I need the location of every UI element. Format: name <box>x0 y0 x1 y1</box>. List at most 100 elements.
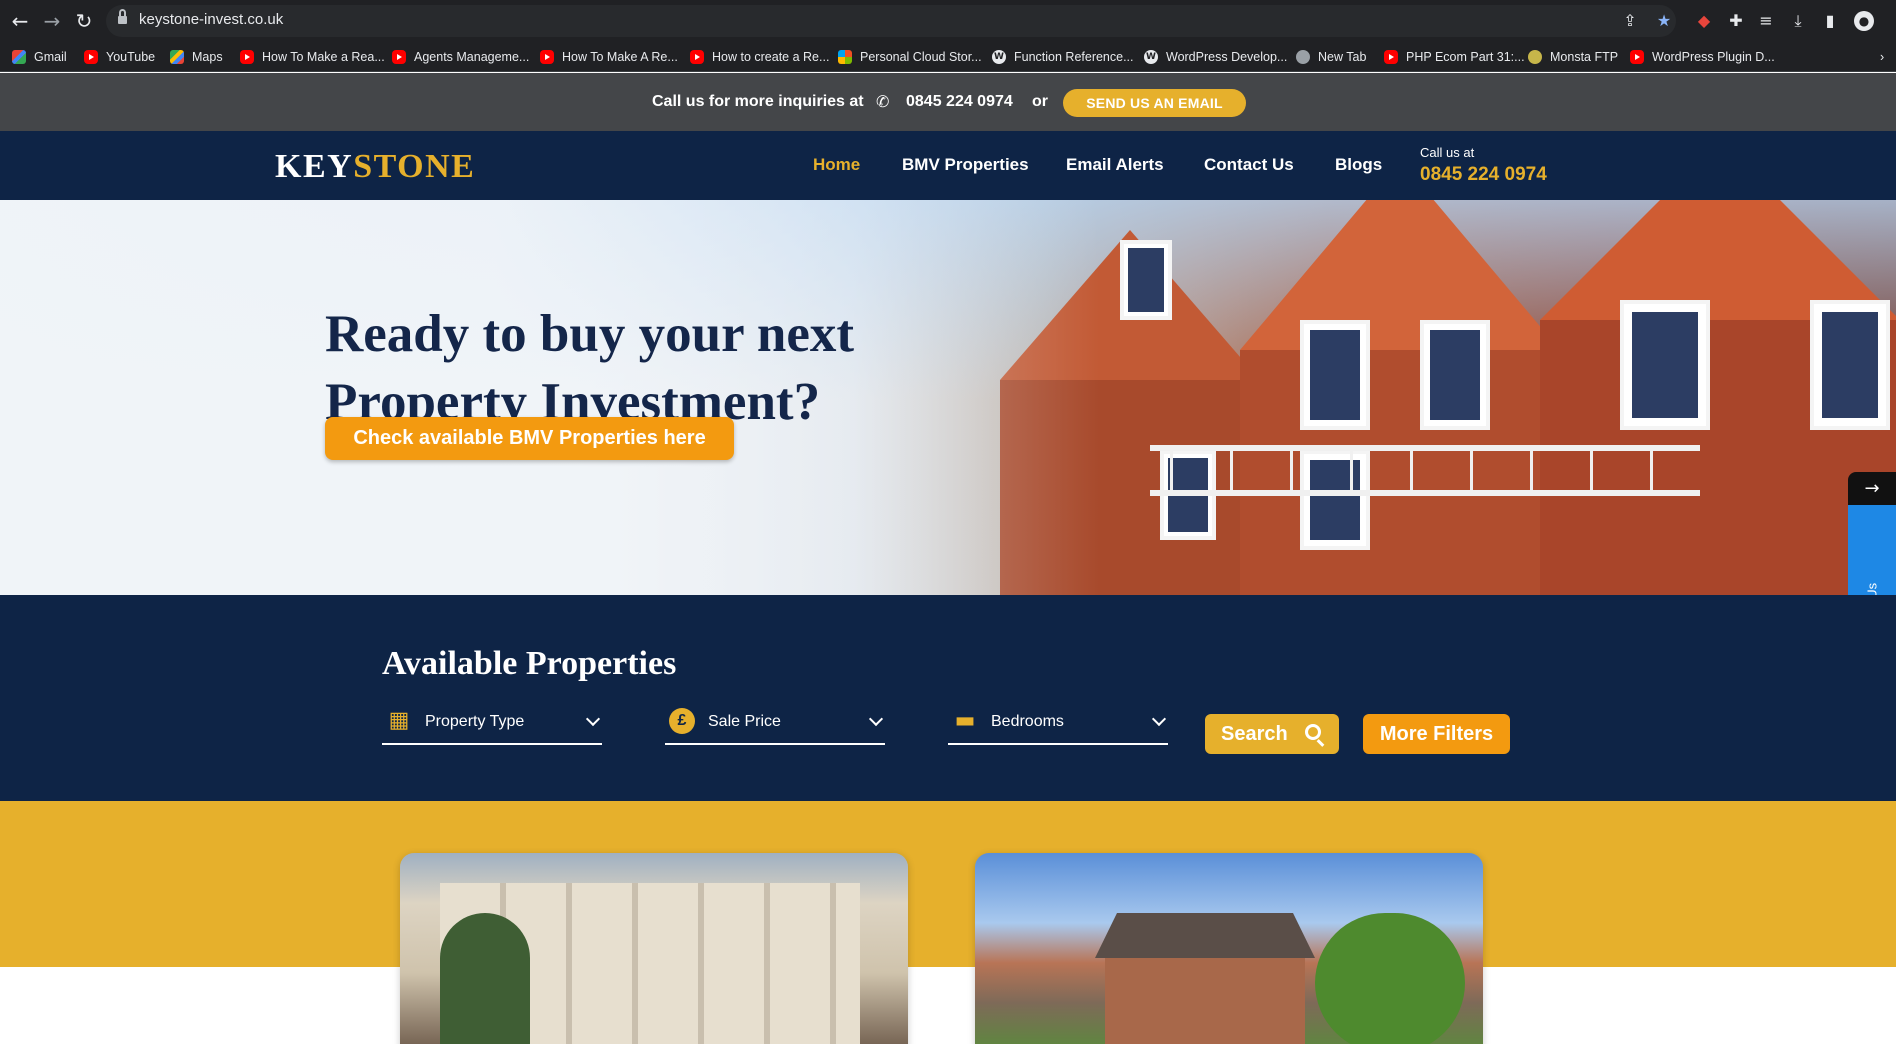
bookmark-label: WordPress Develop... <box>1166 50 1288 64</box>
lock-icon[interactable] <box>118 9 127 24</box>
topbar-phone-number[interactable]: 0845 224 0974 <box>906 93 1013 111</box>
youtube-icon <box>1630 50 1644 64</box>
youtube-icon <box>690 50 704 64</box>
bookmark-item[interactable]: New Tab <box>1296 49 1366 65</box>
download-icon[interactable]: ⤓ <box>1788 11 1808 31</box>
search-icon <box>1305 724 1321 740</box>
bookmark-item[interactable]: How To Make A Re... <box>540 49 678 65</box>
back-icon[interactable]: ← <box>8 9 32 33</box>
bookmarks-bar: Gmail YouTube Maps How To Make a Rea... … <box>0 42 1896 72</box>
bookmark-label: YouTube <box>106 50 156 64</box>
search-button[interactable]: Search <box>1205 714 1339 754</box>
bookmark-label: Gmail <box>34 50 67 64</box>
extensions-puzzle-icon[interactable]: ✚ <box>1726 11 1746 31</box>
chevron-down-icon <box>868 711 884 727</box>
pound-coin-icon: £ <box>669 708 695 734</box>
nav-item-bmv-properties[interactable]: BMV Properties <box>902 155 1029 175</box>
globe-icon <box>1296 50 1310 64</box>
bookmark-label: New Tab <box>1318 50 1367 64</box>
bookmark-item[interactable]: Monsta FTP <box>1528 49 1618 65</box>
site-logo[interactable]: KEYSTONE <box>275 148 475 186</box>
bookmark-item[interactable]: WordPress Plugin D... <box>1630 49 1775 65</box>
hero-title: Ready to buy your next Property Investme… <box>325 300 925 436</box>
logo-text-stone: STONE <box>353 148 476 185</box>
inquiry-text: Call us for more inquiries at <box>652 93 864 110</box>
bookmark-item[interactable]: Agents Manageme... <box>392 49 529 65</box>
nav-item-home[interactable]: Home <box>813 155 860 175</box>
bookmark-item[interactable]: PHP Ecom Part 31:... <box>1384 49 1525 65</box>
bedrooms-dropdown[interactable]: ▬ Bedrooms <box>948 705 1168 745</box>
listings-background-band <box>0 801 1896 967</box>
check-bmv-properties-button[interactable]: Check available BMV Properties here <box>325 417 734 460</box>
profile-avatar-icon[interactable]: ● <box>1854 11 1874 31</box>
url-text[interactable]: keystone-invest.co.uk <box>139 11 283 28</box>
main-navbar: KEYSTONE Home BMV Properties Email Alert… <box>0 131 1896 200</box>
available-properties-title: Available Properties <box>382 645 677 682</box>
call-us-label: Call us at <box>1420 145 1475 160</box>
roof-shape <box>1095 913 1315 958</box>
bookmark-label: Monsta FTP <box>1550 50 1619 64</box>
sale-price-label: Sale Price <box>708 713 781 730</box>
bookmark-label: How to create a Re... <box>712 50 830 64</box>
bookmark-item[interactable]: Personal Cloud Stor... <box>838 49 982 65</box>
bookmarks-overflow-icon[interactable]: › <box>1880 49 1884 65</box>
nav-item-contact-us[interactable]: Contact Us <box>1204 155 1294 175</box>
property-type-label: Property Type <box>425 713 525 730</box>
phone-icon: ✆ <box>876 92 890 111</box>
bookmark-label: Agents Manageme... <box>414 50 530 64</box>
forward-icon[interactable]: → <box>40 9 64 33</box>
youtube-icon <box>240 50 254 64</box>
listings-white-area <box>0 967 1896 1044</box>
nav-item-blogs[interactable]: Blogs <box>1335 155 1382 175</box>
bookmark-star-icon[interactable]: ★ <box>1654 11 1674 31</box>
bedrooms-label: Bedrooms <box>991 713 1064 730</box>
property-type-dropdown[interactable]: ▦ Property Type <box>382 705 602 745</box>
arrow-right-icon[interactable]: → <box>1848 472 1896 505</box>
top-info-bar: Call us for more inquiries at ✆ 0845 224… <box>0 73 1896 131</box>
bookmark-label: How To Make A Re... <box>562 50 678 64</box>
tree-shape <box>440 913 530 1044</box>
maps-icon <box>170 50 184 64</box>
bookmark-item[interactable]: W WordPress Develop... <box>1144 49 1287 65</box>
bookmark-item[interactable]: W Function Reference... <box>992 49 1134 65</box>
microsoft-icon <box>838 50 852 64</box>
side-panel-icon[interactable]: ▮ <box>1820 11 1840 31</box>
nav-item-email-alerts[interactable]: Email Alerts <box>1066 155 1164 175</box>
reload-icon[interactable]: ↻ <box>72 9 96 33</box>
bookmark-label: Function Reference... <box>1014 50 1134 64</box>
youtube-icon <box>540 50 554 64</box>
sale-price-dropdown[interactable]: £ Sale Price <box>665 705 885 745</box>
bookmark-item[interactable]: How To Make a Rea... <box>240 49 385 65</box>
or-text: or <box>1032 93 1048 110</box>
hero-title-line1: Ready to buy your next <box>325 305 855 363</box>
extension-icon[interactable]: ◆ <box>1694 11 1714 31</box>
bookmark-maps[interactable]: Maps <box>170 49 223 65</box>
gmail-icon <box>12 50 26 64</box>
property-card-1[interactable] <box>400 853 908 1044</box>
property-card-2[interactable] <box>975 853 1483 1044</box>
building-icon: ▦ <box>388 708 410 733</box>
monsta-icon <box>1528 50 1542 64</box>
bookmark-item[interactable]: How to create a Re... <box>690 49 829 65</box>
search-button-label: Search <box>1221 723 1288 745</box>
reading-list-icon[interactable]: ≡ <box>1756 11 1776 31</box>
tree-shape <box>1315 913 1465 1044</box>
bookmark-label: Personal Cloud Stor... <box>860 50 982 64</box>
bookmark-label: PHP Ecom Part 31:... <box>1406 50 1525 64</box>
bookmark-youtube[interactable]: YouTube <box>84 49 155 65</box>
wordpress-icon: W <box>1144 50 1158 64</box>
nav-phone-number[interactable]: 0845 224 0974 <box>1420 164 1547 186</box>
share-icon[interactable]: ⇪ <box>1620 11 1640 31</box>
chevron-down-icon <box>585 711 601 727</box>
address-bar[interactable] <box>106 5 1676 37</box>
bookmark-label: Maps <box>192 50 223 64</box>
youtube-icon <box>84 50 98 64</box>
youtube-icon <box>1384 50 1398 64</box>
youtube-icon <box>392 50 406 64</box>
bookmark-gmail[interactable]: Gmail <box>12 49 67 65</box>
send-email-button[interactable]: SEND US AN EMAIL <box>1063 89 1246 117</box>
more-filters-button[interactable]: More Filters <box>1363 714 1510 754</box>
property-search-section: Available Properties ▦ Property Type £ S… <box>0 595 1896 801</box>
logo-text-key: KEY <box>275 148 354 185</box>
property-photo-bungalow <box>1105 953 1305 1044</box>
